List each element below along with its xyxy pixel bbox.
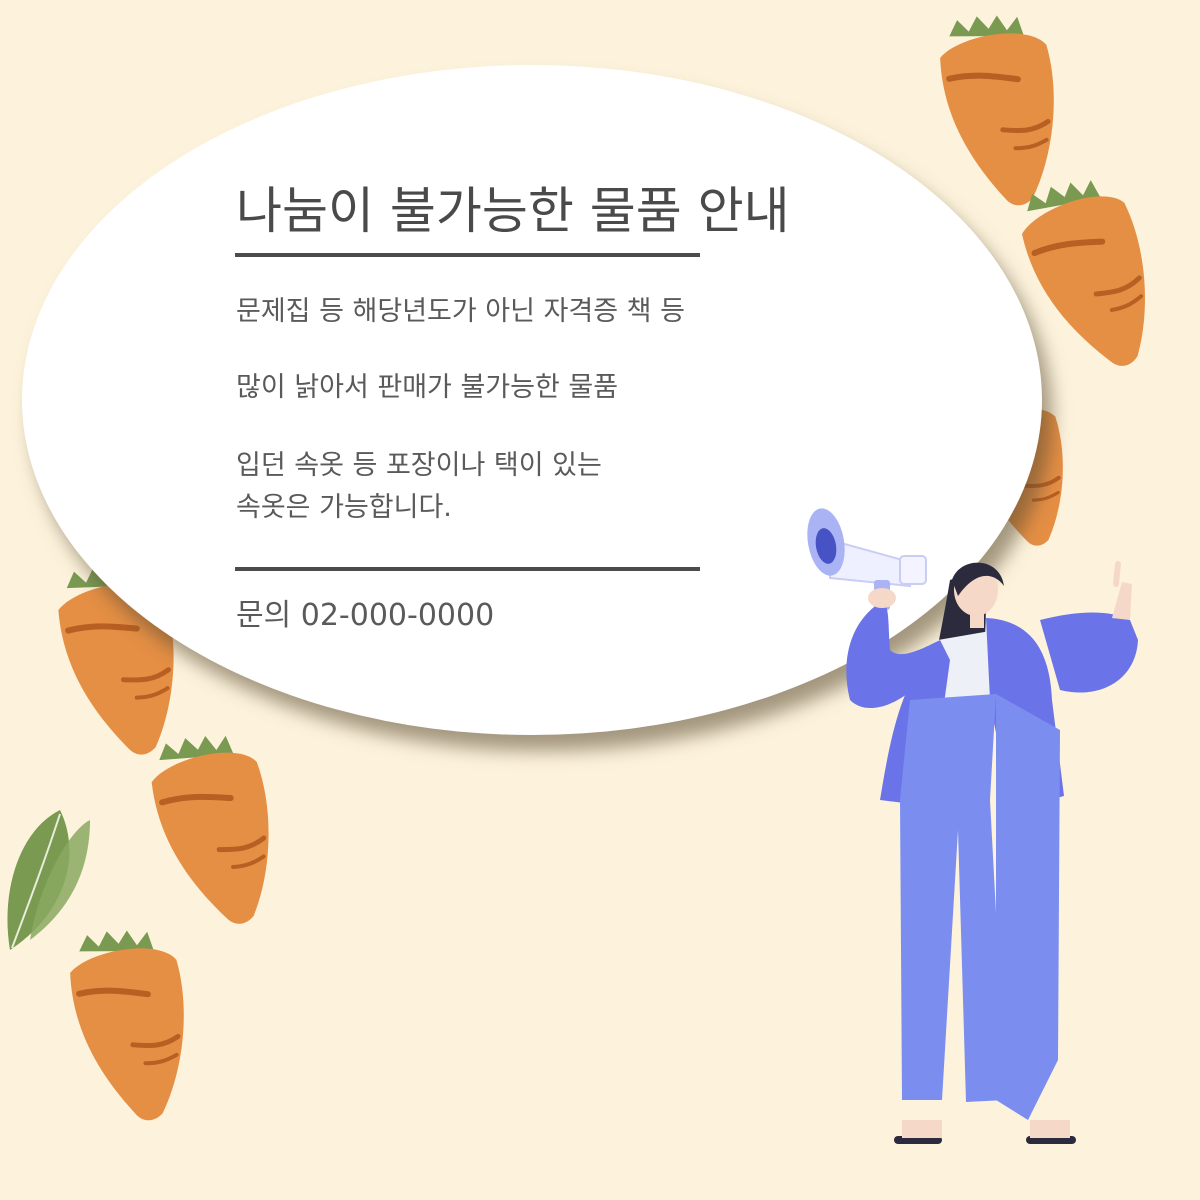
item-text: 많이 낡아서 판매가 불가능한 물품	[236, 372, 619, 403]
woman-with-megaphone-icon	[807, 508, 1138, 1144]
item-text: 입던 속옷 등 포장이나 택이 있는	[236, 450, 602, 481]
poster-canvas: 나눔이 불가능한 물품 안내 문제집 등 해당년도가 아닌 자격증 책 등 많이…	[0, 0, 1200, 1200]
contact-divider	[235, 567, 700, 571]
contact-text: 문의 02-000-0000	[236, 598, 495, 633]
title-divider	[235, 253, 700, 257]
item-text: 문제집 등 해당년도가 아닌 자격증 책 등	[236, 296, 685, 327]
item-text: 속옷은 가능합니다.	[236, 492, 452, 523]
leaf-icon	[7, 810, 90, 950]
carrot-icon	[126, 718, 305, 943]
page-title: 나눔이 불가능한 물품 안내	[236, 182, 790, 240]
